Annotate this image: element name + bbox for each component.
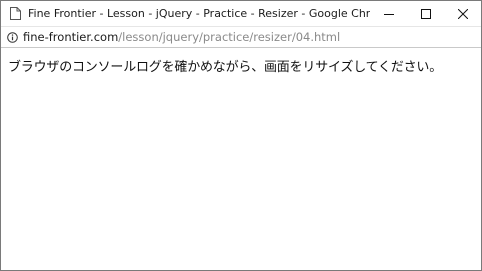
- maximize-icon: [420, 4, 431, 23]
- title-bar[interactable]: Fine Frontier - Lesson - jQuery - Practi…: [1, 1, 481, 26]
- window-controls: [370, 1, 481, 26]
- browser-window: Fine Frontier - Lesson - jQuery - Practi…: [0, 0, 482, 271]
- instruction-text: ブラウザのコンソールログを確かめながら、画面をリサイズしてください。: [8, 60, 443, 75]
- url-host: fine-frontier.com: [23, 30, 119, 44]
- address-bar[interactable]: fine-frontier.com/lesson/jquery/practice…: [1, 26, 481, 48]
- close-button[interactable]: [444, 1, 481, 26]
- minimize-icon: [383, 4, 394, 23]
- maximize-button[interactable]: [407, 1, 444, 26]
- url-path: /lesson/jquery/practice/resizer/04.html: [118, 30, 341, 44]
- info-icon[interactable]: [7, 31, 18, 43]
- page-icon: [9, 6, 22, 21]
- window-title: Fine Frontier - Lesson - jQuery - Practi…: [28, 7, 370, 20]
- close-icon: [457, 4, 468, 23]
- url-text[interactable]: fine-frontier.com/lesson/jquery/practice…: [23, 30, 340, 44]
- minimize-button[interactable]: [370, 1, 407, 26]
- page-content: ブラウザのコンソールログを確かめながら、画面をリサイズしてください。: [1, 48, 481, 83]
